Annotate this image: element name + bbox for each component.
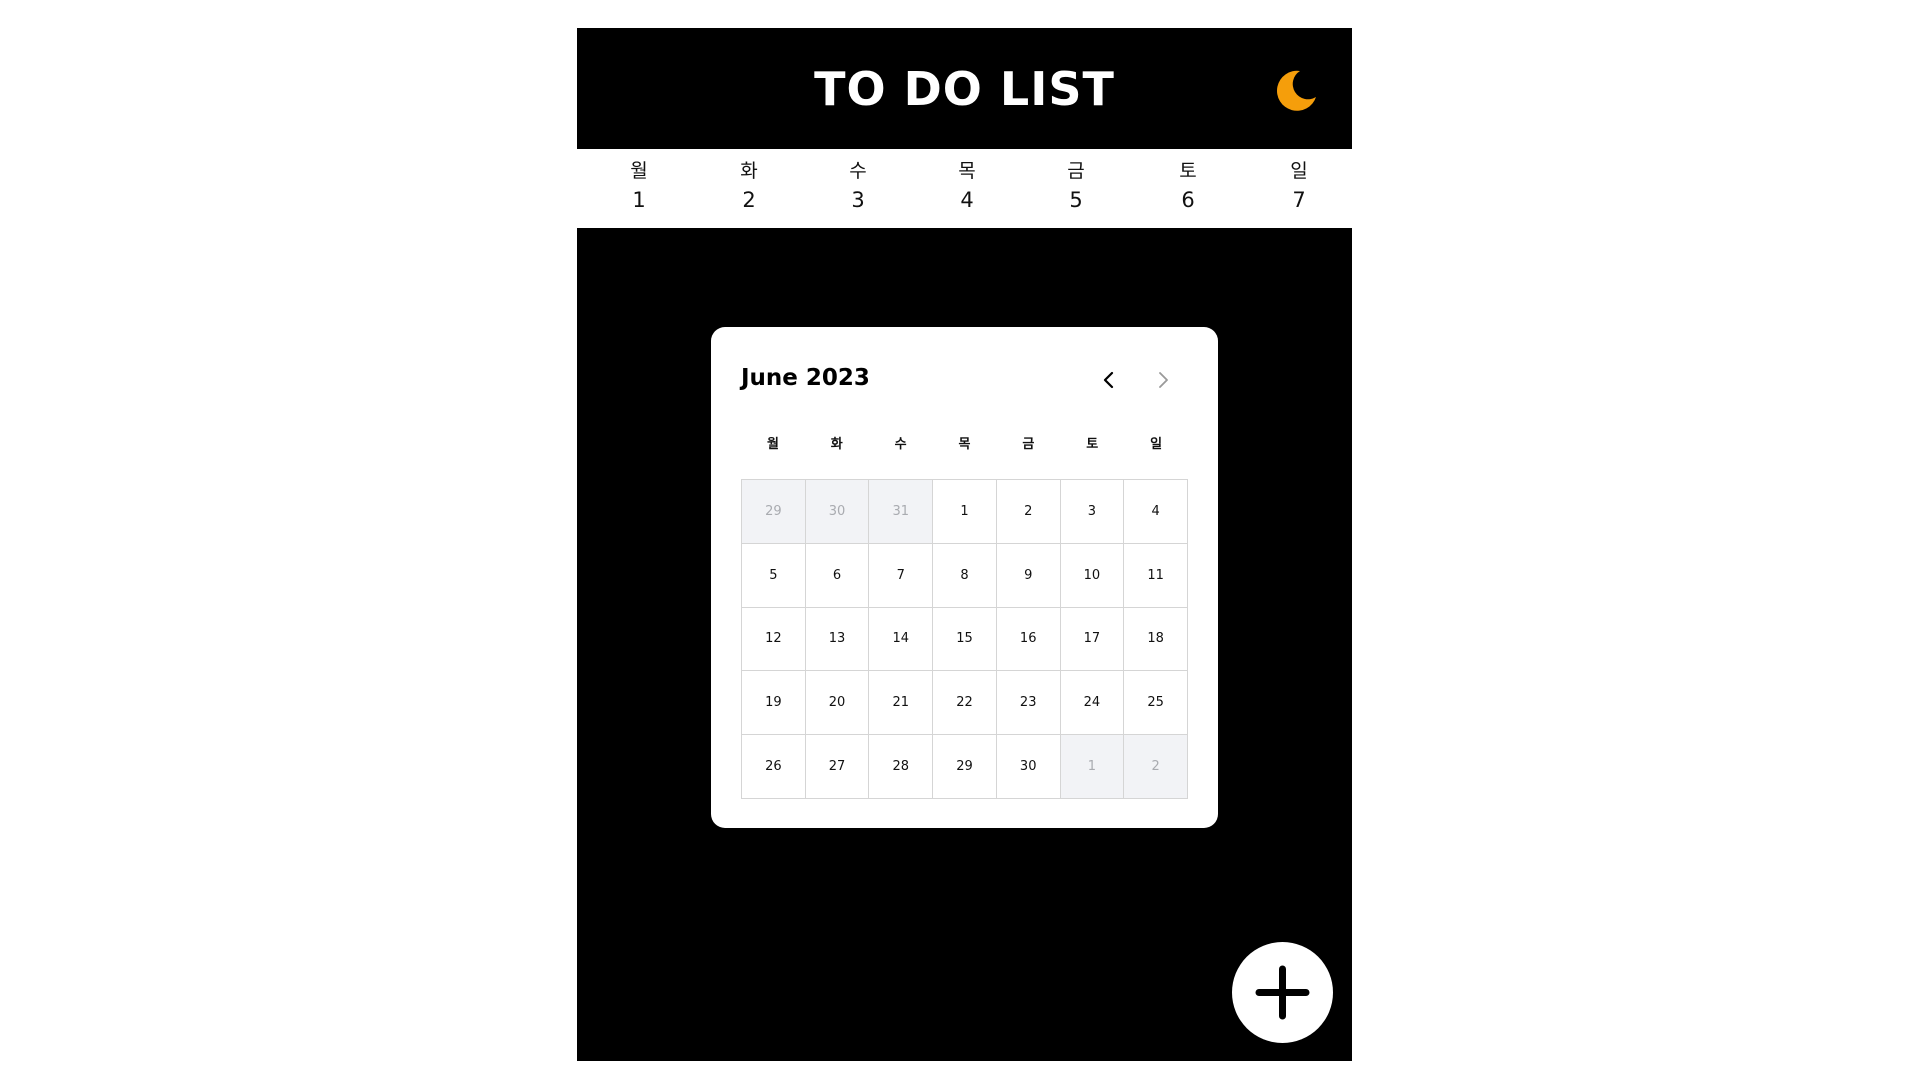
week-day-name: 목: [958, 160, 976, 182]
calendar-weekday-header: 월화수목금토일: [741, 433, 1188, 455]
week-strip: 월 1 화 2 수 3 목 4 금 5 토 6 일 7: [577, 149, 1352, 228]
week-day-name: 월: [630, 160, 648, 182]
week-day-name: 일: [1290, 160, 1308, 182]
week-day-sun[interactable]: 일 7: [1259, 157, 1339, 215]
moon-icon[interactable]: [1274, 67, 1320, 113]
week-day-fri[interactable]: 금 5: [1036, 157, 1116, 215]
calendar-day[interactable]: 11: [1124, 543, 1188, 608]
calendar-day[interactable]: 30: [996, 735, 1061, 799]
week-day-tue[interactable]: 화 2: [709, 157, 789, 215]
calendar-day[interactable]: 18: [1124, 607, 1188, 672]
calendar-day[interactable]: 25: [1124, 671, 1188, 736]
calendar-day[interactable]: 16: [996, 607, 1061, 672]
week-day-name: 금: [1067, 160, 1085, 182]
calendar-month-title: June 2023: [741, 365, 870, 391]
app-header: TO DO LIST: [577, 28, 1352, 149]
next-month-button[interactable]: [1148, 365, 1178, 395]
todo-app: TO DO LIST 월 1 화 2 수 3 목 4 금 5 토 6 일 7 J…: [577, 28, 1352, 1061]
calendar-weekday-label: 수: [894, 437, 907, 452]
calendar-day[interactable]: 17: [1060, 607, 1125, 672]
calendar-day[interactable]: 20: [805, 671, 870, 736]
calendar-weekday-label: 목: [958, 437, 971, 452]
calendar-day[interactable]: 15: [933, 607, 997, 672]
week-day-number: 7: [1292, 188, 1306, 212]
calendar-day[interactable]: 26: [742, 735, 806, 799]
calendar-weekday-label: 금: [1022, 437, 1035, 452]
calendar-day[interactable]: 24: [1060, 671, 1125, 736]
plus-icon: [1255, 965, 1310, 1020]
calendar-weekday-label: 화: [830, 437, 843, 452]
week-day-name: 화: [740, 160, 758, 182]
calendar-day[interactable]: 28: [869, 735, 934, 799]
calendar-day-outside-month[interactable]: 30: [805, 480, 870, 544]
week-day-number: 4: [960, 188, 974, 212]
week-day-number: 2: [742, 188, 756, 212]
calendar-day[interactable]: 3: [1060, 480, 1125, 544]
calendar-weekday-label: 일: [1150, 437, 1163, 452]
week-day-number: 5: [1069, 188, 1083, 212]
calendar-day[interactable]: 2: [996, 480, 1061, 544]
calendar-day[interactable]: 1: [933, 480, 997, 544]
chevron-right-icon: [1159, 372, 1168, 388]
calendar-day[interactable]: 10: [1060, 543, 1125, 608]
page-title: TO DO LIST: [814, 62, 1115, 116]
calendar-day[interactable]: 22: [933, 671, 997, 736]
calendar-day[interactable]: 13: [805, 607, 870, 672]
calendar-day-outside-month[interactable]: 2: [1124, 735, 1188, 799]
calendar-day[interactable]: 5: [742, 543, 806, 608]
calendar-day[interactable]: 7: [869, 543, 934, 608]
calendar-day[interactable]: 4: [1124, 480, 1188, 544]
prev-month-button[interactable]: [1094, 365, 1124, 395]
calendar-popup: June 2023 월화수목금토일 29 30 31 1 2 3 4 5 6 7 8 9 10 11 12 1…: [711, 327, 1218, 828]
week-day-name: 토: [1179, 160, 1197, 182]
week-day-wed[interactable]: 수 3: [818, 157, 898, 215]
week-day-sat[interactable]: 토 6: [1148, 157, 1228, 215]
calendar-day[interactable]: 19: [742, 671, 806, 736]
week-day-name: 수: [849, 160, 867, 182]
calendar-weekday-label: 토: [1086, 437, 1099, 452]
week-day-thu[interactable]: 목 4: [927, 157, 1007, 215]
calendar-day[interactable]: 29: [933, 735, 997, 799]
calendar-day[interactable]: 9: [996, 543, 1061, 608]
calendar-day[interactable]: 12: [742, 607, 806, 672]
calendar-day-outside-month[interactable]: 29: [742, 480, 806, 544]
chevron-left-icon: [1103, 371, 1114, 389]
week-day-number: 1: [632, 188, 646, 212]
calendar-day-grid: 29 30 31 1 2 3 4 5 6 7 8 9 10 11 12 13 14 15 16 17 18 19 20 21 2…: [741, 479, 1188, 799]
week-day-mon[interactable]: 월 1: [599, 157, 679, 215]
calendar-day[interactable]: 14: [869, 607, 934, 672]
add-todo-button[interactable]: [1232, 942, 1333, 1043]
calendar-day[interactable]: 23: [996, 671, 1061, 736]
calendar-day[interactable]: 21: [869, 671, 934, 736]
calendar-day[interactable]: 8: [933, 543, 997, 608]
calendar-weekday-label: 월: [766, 437, 779, 452]
calendar-day[interactable]: 27: [805, 735, 870, 799]
week-day-number: 3: [851, 188, 865, 212]
calendar-day-outside-month[interactable]: 1: [1060, 735, 1125, 799]
calendar-day-outside-month[interactable]: 31: [869, 480, 934, 544]
week-day-number: 6: [1181, 188, 1195, 212]
calendar-day[interactable]: 6: [805, 543, 870, 608]
